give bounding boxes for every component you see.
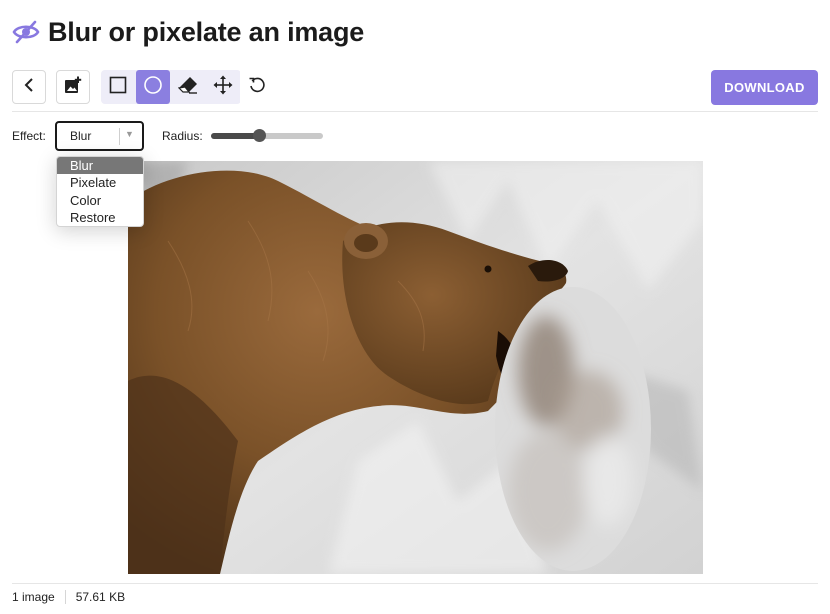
- slider-thumb[interactable]: [253, 129, 267, 142]
- eraser-tool-button[interactable]: [171, 70, 205, 104]
- eye-slash-icon: [12, 18, 40, 46]
- divider: [12, 583, 818, 584]
- select-separator: [119, 128, 120, 145]
- title-row: Blur or pixelate an image: [12, 14, 364, 50]
- effect-label: Effect:: [12, 129, 46, 143]
- add-image-icon: [64, 76, 82, 99]
- toolbar: DOWNLOAD: [12, 70, 818, 106]
- bear-image: [128, 161, 703, 574]
- ellipse-tool-button[interactable]: [136, 70, 170, 104]
- radius-slider[interactable]: [211, 129, 323, 142]
- dropdown-option-restore[interactable]: Restore: [57, 209, 143, 226]
- chevron-left-icon: [22, 77, 36, 98]
- file-size: 57.61 KB: [75, 590, 126, 604]
- dropdown-option-pixelate[interactable]: Pixelate: [57, 174, 143, 191]
- effect-select-value: Blur: [70, 129, 92, 143]
- image-count: 1 image: [12, 590, 55, 604]
- page-title: Blur or pixelate an image: [48, 16, 365, 47]
- status-separator: [64, 590, 66, 604]
- image-canvas[interactable]: [128, 161, 703, 574]
- reset-button[interactable]: [240, 70, 274, 104]
- eraser-icon: [177, 76, 198, 99]
- effect-dropdown-menu: Blur Pixelate Color Restore: [56, 156, 144, 227]
- add-image-button[interactable]: [56, 70, 90, 104]
- move-tool-button[interactable]: [206, 70, 240, 104]
- download-button[interactable]: DOWNLOAD: [711, 70, 818, 105]
- rectangle-tool-button[interactable]: [101, 70, 135, 104]
- shape-tool-group: [101, 70, 241, 104]
- move-arrows-icon: [213, 75, 233, 100]
- square-icon: [109, 76, 127, 99]
- status-bar: 1 image 57.61 KB: [12, 589, 125, 605]
- dropdown-option-blur[interactable]: Blur: [57, 157, 143, 175]
- circle-icon: [143, 75, 163, 100]
- effect-options-row: Effect: Blur ▼ Radius:: [12, 121, 412, 151]
- effect-select[interactable]: Blur ▼: [55, 121, 144, 151]
- radius-label: Radius:: [162, 129, 203, 143]
- divider: [12, 111, 818, 112]
- dropdown-option-color[interactable]: Color: [57, 192, 143, 209]
- slider-fill: [211, 133, 260, 139]
- back-button[interactable]: [12, 70, 46, 104]
- chevron-down-icon: ▼: [125, 129, 134, 139]
- rotate-icon: [248, 76, 266, 99]
